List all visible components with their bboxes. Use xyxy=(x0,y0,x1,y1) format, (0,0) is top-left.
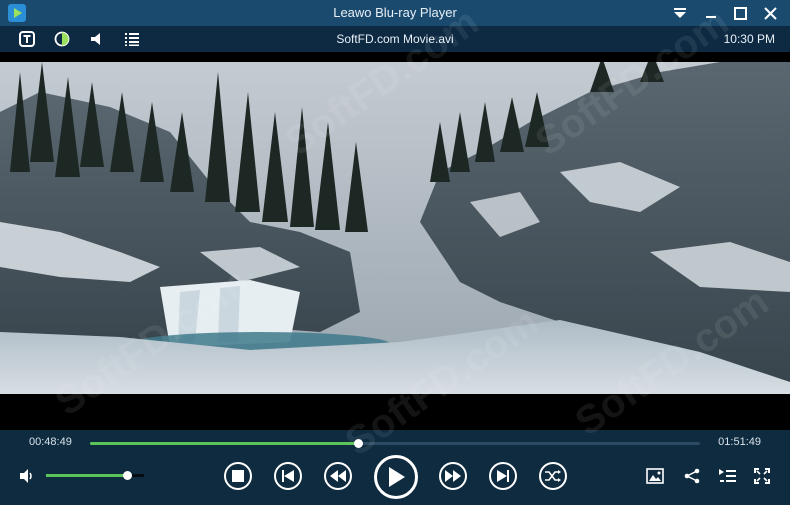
play-button[interactable] xyxy=(374,455,418,499)
fullscreen-button[interactable] xyxy=(751,465,773,487)
fast-forward-icon xyxy=(445,470,461,482)
top-toolbar xyxy=(0,26,790,52)
list-play-icon xyxy=(719,469,736,482)
play-icon xyxy=(389,467,405,487)
stop-button[interactable] xyxy=(224,462,252,490)
maximize-icon xyxy=(733,6,747,20)
player-window: Leawo Blu-ray Player SoftFD.com Movie.av… xyxy=(0,0,790,505)
volume-fill xyxy=(46,474,128,477)
stop-icon xyxy=(232,470,244,482)
image-icon xyxy=(646,468,664,484)
rewind-button[interactable] xyxy=(324,462,352,490)
shuffle-button[interactable] xyxy=(539,462,567,490)
video-area[interactable] xyxy=(0,52,790,430)
skip-next-icon xyxy=(497,470,509,482)
audio-icon xyxy=(91,33,100,45)
subtitle-button[interactable] xyxy=(17,29,37,49)
brightness-button[interactable] xyxy=(52,29,72,49)
playlist-icon xyxy=(125,33,139,46)
total-duration: 01:51:49 xyxy=(718,436,761,448)
seek-handle[interactable] xyxy=(354,439,364,448)
snapshot-button[interactable] xyxy=(644,465,666,487)
volume-slider[interactable] xyxy=(46,471,144,480)
app-logo-icon xyxy=(8,4,26,22)
minimize-button[interactable] xyxy=(696,0,726,26)
playlist-button[interactable] xyxy=(122,29,142,49)
shuffle-icon xyxy=(545,470,561,482)
volume-handle[interactable] xyxy=(123,471,133,480)
close-button[interactable] xyxy=(755,0,785,26)
share-button[interactable] xyxy=(681,465,703,487)
volume-icon xyxy=(20,469,32,483)
brightness-icon xyxy=(54,31,70,47)
elapsed-time: 00:48:49 xyxy=(29,436,72,448)
seek-progress-fill xyxy=(90,442,359,445)
next-button[interactable] xyxy=(489,462,517,490)
previous-button[interactable] xyxy=(274,462,302,490)
close-icon xyxy=(763,6,777,20)
volume-button[interactable] xyxy=(16,465,38,487)
menu-dropdown-button[interactable] xyxy=(665,0,695,26)
dropdown-menu-icon xyxy=(674,8,686,18)
fullscreen-icon xyxy=(754,468,770,484)
seek-bar[interactable] xyxy=(90,439,700,448)
clock: 10:30 PM xyxy=(723,32,775,46)
share-icon xyxy=(684,468,700,484)
minimize-icon xyxy=(706,16,716,18)
title-bar[interactable] xyxy=(0,0,790,26)
video-frame-image xyxy=(0,52,790,430)
rewind-icon xyxy=(330,470,346,482)
subtitle-icon xyxy=(19,31,35,47)
skip-previous-icon xyxy=(282,470,294,482)
control-bar: 00:48:49 01:51:49 xyxy=(0,430,790,505)
fast-forward-button[interactable] xyxy=(439,462,467,490)
maximize-button[interactable] xyxy=(725,0,755,26)
audio-button[interactable] xyxy=(87,29,107,49)
chapter-list-button[interactable] xyxy=(717,465,739,487)
